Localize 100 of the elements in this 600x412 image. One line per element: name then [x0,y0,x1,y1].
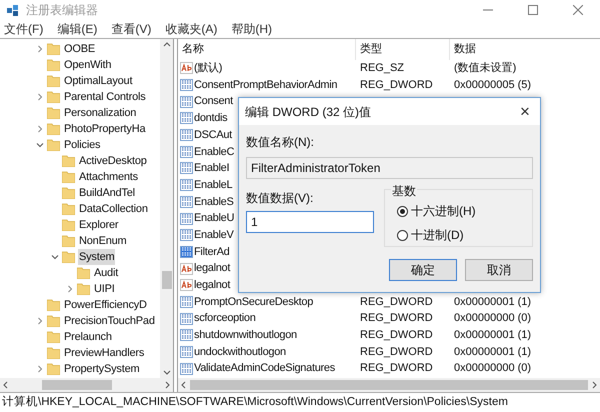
value-name[interactable]: EnableU [194,210,234,227]
tree-item[interactable]: PhotoPropertyHa [63,121,146,137]
chevron-right-icon[interactable] [36,365,44,373]
folder-icon [62,155,75,167]
scroll-down-icon[interactable] [162,370,170,376]
scroll-up-icon[interactable] [162,41,170,47]
vertical-scrollbar[interactable] [160,39,173,378]
folder-icon [62,235,75,247]
value-name[interactable]: legalnot [194,260,230,277]
column-header[interactable]: 名称 [178,39,356,60]
folder-icon [62,251,75,263]
value-name[interactable]: shutdownwithoutlogon [194,327,297,344]
tree-item[interactable]: UIPI [93,281,116,297]
value-name[interactable]: EnableV [194,226,234,244]
tree-item[interactable]: Attachments [78,169,139,185]
binary-value-icon [180,229,193,242]
radio-option[interactable]: 十进制(D) [397,226,532,244]
column-header[interactable]: 数据 [450,39,600,60]
chevron-right-icon[interactable] [36,93,44,101]
scroll-right-icon[interactable] [165,381,171,389]
group-label: 基数 [391,182,417,200]
string-value-icon [180,279,193,292]
tree-item[interactable]: Policies [63,137,102,153]
tree-item[interactable]: Parental Controls [63,89,147,105]
value-name[interactable]: EnableL [194,176,232,194]
cancel-button[interactable]: 取消 [465,259,533,281]
tree-item[interactable]: PrecisionTouchPad [63,313,156,329]
value-name[interactable]: EnableC [194,144,234,160]
binary-value-icon [180,212,193,225]
binary-value-icon [180,96,193,108]
tree-item[interactable]: OptimalLayout [63,73,134,89]
tree-item[interactable]: System [78,249,116,265]
tree-item[interactable]: Personalization [63,105,138,121]
tree-item[interactable]: ActiveDesktop [78,153,148,169]
scroll-right-icon[interactable] [592,381,598,389]
menu-item[interactable]: 帮助(H) [231,20,272,38]
value-name[interactable]: scforceoption [194,310,256,327]
value-name[interactable]: EnableI [194,160,230,177]
tree-item[interactable]: BuildAndTel [78,185,136,201]
folder-icon [77,283,90,295]
value-name[interactable]: DSCAut [194,126,232,144]
value-name[interactable]: undockwithoutlogon [194,344,286,360]
folder-icon [47,107,60,119]
value-name[interactable]: PromptOnSecureDesktop [194,294,314,310]
binary-value-icon [180,246,193,258]
chevron-right-icon[interactable] [36,45,44,53]
binary-value-icon [180,346,193,358]
menu-item[interactable]: 收藏夹(A) [165,20,218,38]
binary-value-icon [180,79,193,92]
value-name[interactable]: dontdis [194,110,228,127]
string-value-icon [180,62,193,74]
chevron-right-icon[interactable] [36,125,44,133]
tree-item[interactable]: Audit [93,265,120,281]
chevron-down-icon[interactable] [51,253,59,261]
folder-icon [47,331,60,343]
tree-item[interactable]: OpenWith [63,57,112,73]
value-data-field[interactable]: 1 [246,211,374,233]
tree-item[interactable]: Prelaunch [63,329,113,345]
value-name-field[interactable]: FilterAdministratorToken [246,157,533,179]
value-data: 0x00000000 (0) [454,312,532,324]
value-data: 0x00000000 (0) [454,362,532,374]
value-name[interactable]: FilterAd [194,244,230,260]
close-icon [572,5,582,15]
value-name[interactable]: legalnot [194,277,230,294]
horizontal-scrollbar[interactable] [0,378,173,392]
ok-button[interactable]: 确定 [389,259,457,281]
scrollbar-thumb[interactable] [162,271,172,289]
window-title: 注册表编辑器 [26,2,98,19]
menu-item[interactable]: 编辑(E) [57,20,98,38]
tree-item[interactable]: DataCollection [78,201,149,217]
chevron-right-icon[interactable] [66,285,74,293]
value-name[interactable]: ConsentPromptBehaviorAdmin [194,76,338,94]
binary-value-icon [180,146,193,158]
chevron-down-icon[interactable] [36,141,44,149]
string-value-icon [180,262,193,275]
close-button[interactable]: × [510,98,540,125]
tree-item[interactable]: PropertySystem [63,361,140,377]
binary-value-icon [180,129,193,142]
tree-item[interactable]: NonEnum [78,233,128,249]
menu-item[interactable]: 文件(F) [4,20,44,38]
folder-icon [47,139,60,151]
folder-icon [62,171,75,183]
binary-value-icon [180,329,193,342]
menu-item[interactable]: 查看(V) [111,20,152,38]
horizontal-scrollbar[interactable] [178,378,600,392]
value-data: 0x00000001 (1) [454,346,532,358]
scroll-left-icon[interactable] [180,381,186,389]
value-name[interactable]: Consent [194,93,233,110]
tree-item[interactable]: PreviewHandlers [63,345,146,361]
tree-item[interactable]: OOBE [63,41,96,57]
value-name[interactable]: ValidateAdminCodeSignatures [194,360,335,377]
scroll-left-icon[interactable] [2,381,8,389]
value-data: (数值未设置) [454,62,516,74]
tree-item[interactable]: Explorer [78,217,120,233]
value-name[interactable]: (默认) [194,60,222,77]
column-header[interactable]: 类型 [356,39,450,60]
tree-item[interactable]: PowerEfficiencyD [63,297,148,313]
value-name[interactable]: EnableS [194,194,234,210]
radio-option[interactable]: 十六进制(H) [397,202,532,220]
chevron-right-icon[interactable] [36,317,44,325]
